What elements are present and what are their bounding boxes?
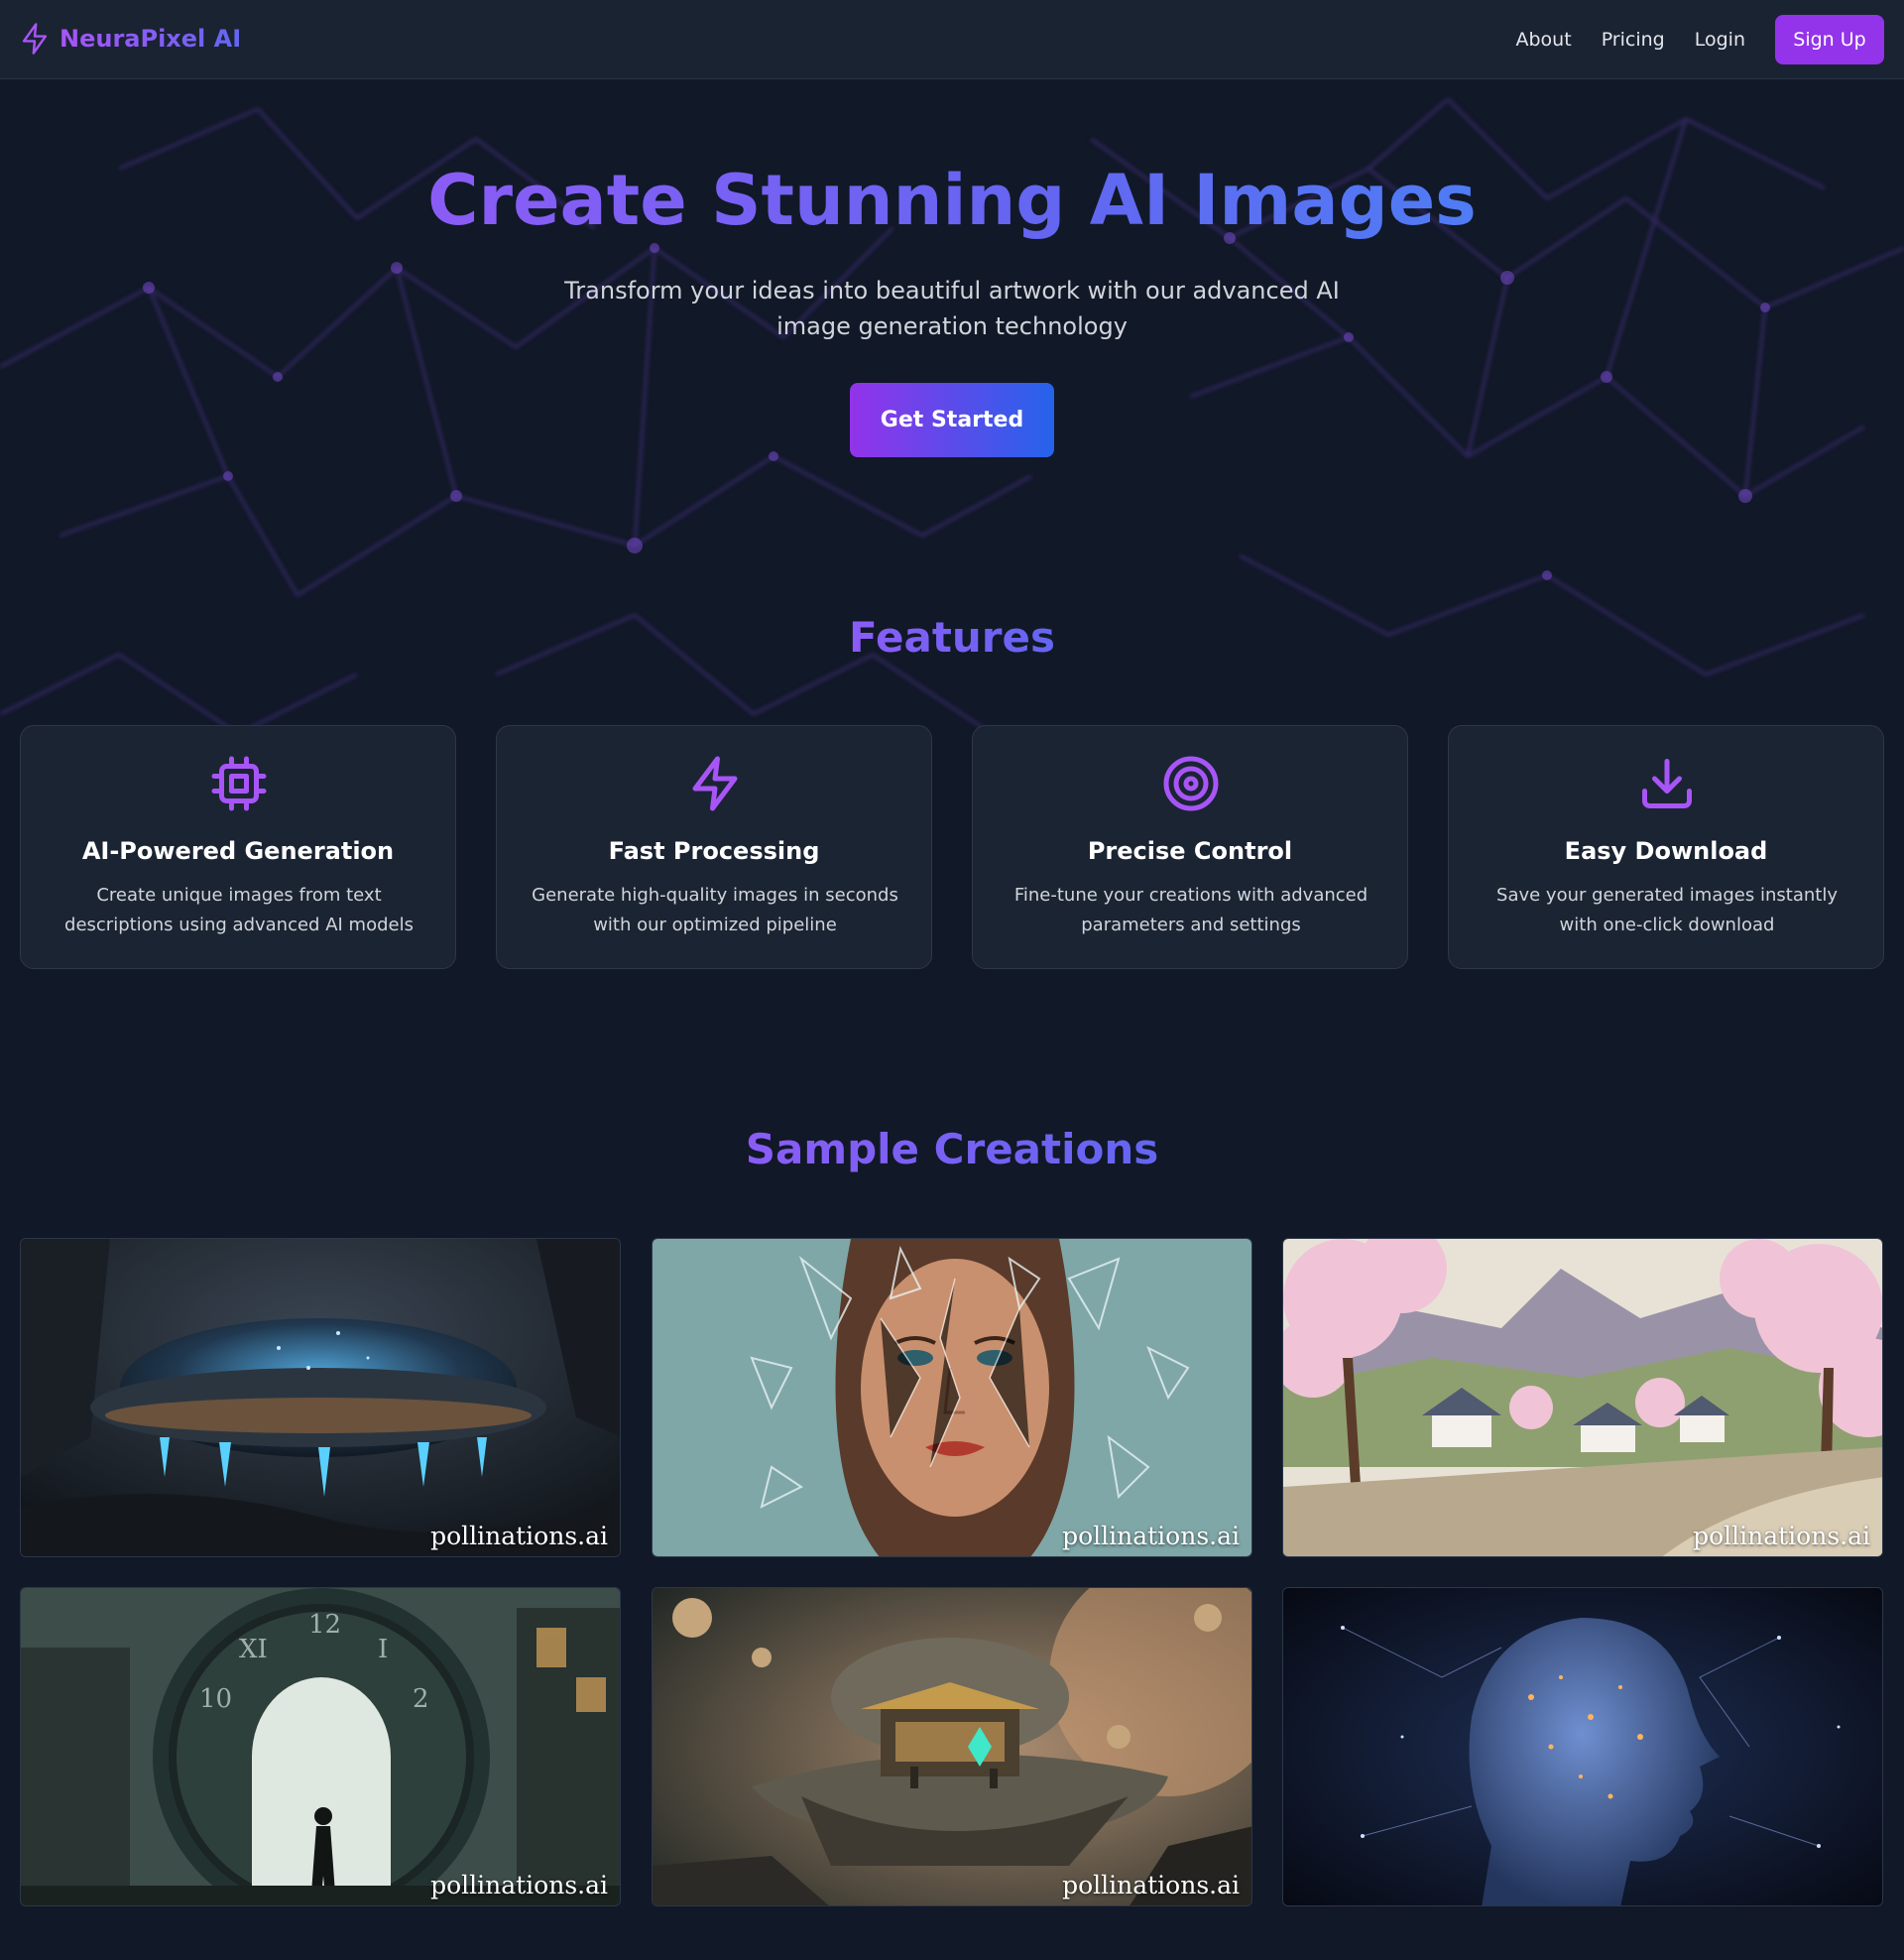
svg-text:XI: XI (239, 1635, 268, 1664)
hero-subtitle: Transform your ideas into beautiful artw… (564, 277, 1340, 340)
signup-button[interactable]: Sign Up (1775, 15, 1884, 64)
clock-portal-image: 12 XI I 10 2 (21, 1588, 620, 1905)
get-started-button[interactable]: Get Started (850, 383, 1054, 457)
feature-description: Save your generated images instantly wit… (1496, 885, 1838, 935)
feature-description: Create unique images from text descripti… (64, 885, 414, 935)
download-icon (1642, 759, 1692, 808)
feature-title: AI-Powered Generation (81, 837, 395, 865)
watermark-label: pollinations.ai (430, 1871, 608, 1899)
cpu-icon (211, 756, 267, 811)
watermark-label: pollinations.ai (1062, 1522, 1240, 1550)
navbar: NeuraPixel AI About Pricing Login Sign U… (0, 0, 1904, 79)
feature-card-precise-control: Precise Control Fine-tune your creations… (972, 725, 1408, 969)
nav-link-pricing[interactable]: Pricing (1602, 29, 1665, 51)
feature-description: Fine-tune your creations with advanced p… (1013, 885, 1368, 935)
feature-card-ai-generation: AI-Powered Generation Create unique imag… (20, 725, 456, 969)
feature-card-easy-download: Easy Download Save your generated images… (1448, 725, 1884, 969)
cherry-village-image (1283, 1239, 1882, 1556)
svg-text:10: 10 (199, 1684, 232, 1714)
hero-title: Create Stunning AI Images (427, 160, 1477, 241)
gallery-image-cherry-village[interactable]: pollinations.ai (1282, 1238, 1883, 1557)
svg-text:2: 2 (413, 1684, 429, 1714)
floating-island-image (653, 1588, 1251, 1905)
feature-description: Generate high-quality images in seconds … (532, 885, 898, 935)
watermark-label: pollinations.ai (1062, 1871, 1240, 1899)
gallery-image-clock-portal[interactable]: 12 XI I 10 2 pollinations.ai (20, 1587, 621, 1906)
gallery-title: Sample Creations (745, 1125, 1159, 1173)
nav-link-login[interactable]: Login (1695, 29, 1745, 51)
feature-card-fast-processing: Fast Processing Generate high-quality im… (496, 725, 932, 969)
gallery-image-shattered-face[interactable]: pollinations.ai (652, 1238, 1252, 1557)
svg-text:12: 12 (308, 1610, 341, 1640)
watermark-label: pollinations.ai (1693, 1522, 1870, 1550)
lightning-icon (22, 23, 48, 55)
nav-links: About Pricing Login Sign Up (1516, 15, 1884, 64)
features-title: Features (849, 613, 1055, 662)
lightning-icon (692, 756, 738, 811)
svg-text:I: I (378, 1635, 388, 1664)
target-icon (1163, 756, 1219, 811)
feature-title: Easy Download (1564, 837, 1768, 865)
feature-title: Precise Control (1087, 837, 1293, 865)
gallery-image-floating-island[interactable]: pollinations.ai (652, 1587, 1252, 1906)
brand-name: NeuraPixel AI (60, 25, 242, 53)
shattered-face-image (653, 1239, 1251, 1556)
watermark-label: pollinations.ai (430, 1522, 608, 1550)
feature-title: Fast Processing (608, 837, 820, 865)
nav-link-about[interactable]: About (1516, 29, 1572, 51)
gallery-image-neural-head[interactable] (1282, 1587, 1883, 1906)
spaceship-image (21, 1239, 620, 1556)
neural-head-image (1283, 1588, 1882, 1905)
brand-logo[interactable]: NeuraPixel AI (20, 22, 241, 56)
gallery-image-spaceship[interactable]: pollinations.ai (20, 1238, 621, 1557)
